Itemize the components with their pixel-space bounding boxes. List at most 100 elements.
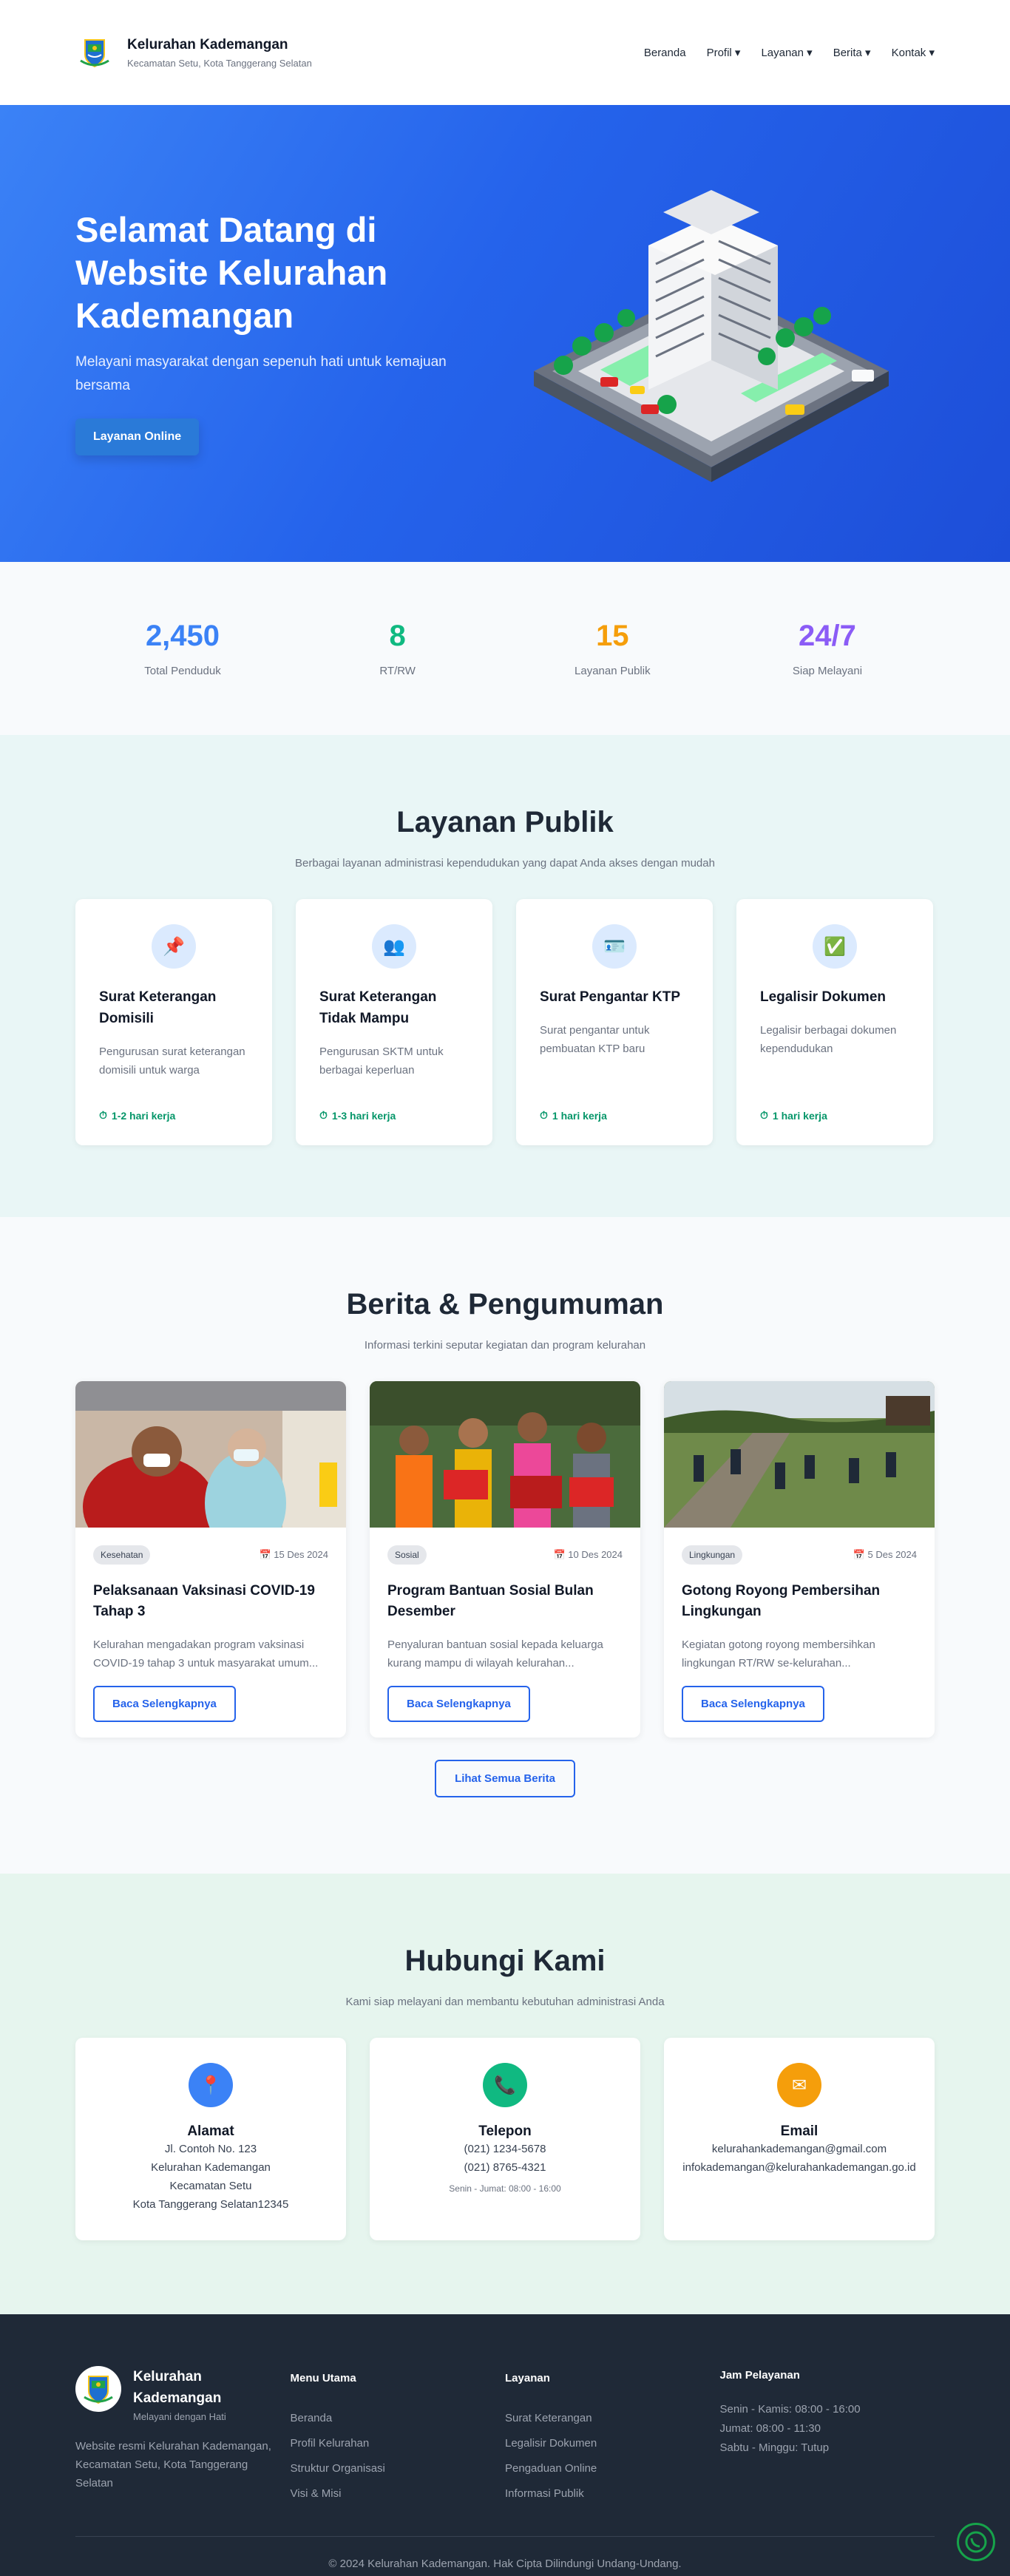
site-subtitle: Kecamatan Setu, Kota Tanggerang Selatan [127, 57, 312, 69]
footer-link-pengaduan[interactable]: Pengaduan Online [505, 2456, 720, 2481]
service-duration: ⏱ 1 hari kerja [760, 1109, 827, 1122]
read-more-button[interactable]: Baca Selengkapnya [682, 1686, 824, 1722]
contact-card-title: Alamat [187, 2123, 234, 2139]
hero-title: Selamat Datang di Website Kelurahan Kade… [75, 210, 388, 335]
footer-brand: Kelurahan Kademangan Melayani dengan Hat… [75, 2366, 291, 2506]
contact-subtitle: Kami siap melayani dan membantu kebutuha… [345, 1996, 665, 2008]
read-more-button[interactable]: Baca Selengkapnya [387, 1686, 530, 1722]
stat-label: Layanan Publik [575, 665, 651, 677]
phone-number[interactable]: (021) 1234-5678 [370, 2140, 640, 2158]
news-image-social-aid[interactable] [370, 1381, 640, 1528]
copyright: © 2024 Kelurahan Kademangan. Hak Cipta D… [328, 2558, 682, 2570]
news-title: Program Bantuan Sosial Bulan Desember [387, 1583, 594, 1619]
kelurahan-logo[interactable] [75, 33, 114, 72]
news-image-cleanup[interactable] [664, 1381, 935, 1528]
service-title: Surat Pengantar KTP [540, 989, 681, 1005]
footer-menu-title: Menu Utama [290, 2372, 356, 2385]
service-card-legalisir[interactable]: ✅ Legalisir Dokumen Legalisir berbagai d… [736, 899, 933, 1145]
calendar-icon: 📅 [259, 1549, 271, 1560]
whatsapp-icon[interactable] [957, 2523, 995, 2561]
service-desc: Surat pengantar untuk pembuatan KTP baru [540, 1024, 650, 1055]
news-section: Berita & Pengumuman Informasi terkini se… [0, 1217, 1010, 1874]
email-icon: ✉ [777, 2063, 821, 2107]
service-desc: Pengurusan surat keterangan domisili unt… [99, 1045, 245, 1077]
clock-icon: ⏱ [319, 1109, 328, 1121]
contact-card-address: 📍 Alamat Jl. Contoh No. 123 Kelurahan Ka… [75, 2038, 346, 2240]
building-illustration [519, 172, 904, 504]
service-duration: ⏱ 1-3 hari kerja [319, 1109, 396, 1122]
footer-services: Layanan Surat Keterangan Legalisir Dokum… [505, 2366, 720, 2506]
duration-text: 1 hari kerja [772, 1109, 827, 1122]
service-card-domisili[interactable]: 📌 Surat Keterangan Domisili Pengurusan s… [75, 899, 272, 1145]
footer-logo [75, 2366, 121, 2412]
news-title: Berita & Pengumuman [346, 1288, 664, 1321]
stat-value: 15 [596, 620, 629, 652]
footer-link-beranda[interactable]: Beranda [291, 2406, 506, 2431]
category-tag: Sosial [387, 1545, 427, 1565]
nav-kontak[interactable]: Kontak ▾ [892, 46, 935, 59]
footer-link-visi-misi[interactable]: Visi & Misi [291, 2481, 506, 2506]
nav-beranda[interactable]: Beranda [644, 46, 686, 59]
footer-link-surat[interactable]: Surat Keterangan [505, 2406, 720, 2431]
phone-icon: 📞 [483, 2063, 527, 2107]
footer-divider [75, 2536, 935, 2537]
stats-section: 2,450 Total Penduduk 8 RT/RW 15 Layanan … [0, 562, 1010, 735]
nav-profil[interactable]: Profil ▾ [707, 46, 741, 59]
news-image-vaccination[interactable] [75, 1381, 346, 1528]
service-card-ktp[interactable]: 🪪 Surat Pengantar KTP Surat pengantar un… [516, 899, 713, 1145]
services-title: Layanan Publik [396, 806, 614, 838]
footer-link-profil[interactable]: Profil Kelurahan [291, 2431, 506, 2456]
email-address[interactable]: infokademangan@kelurahankademangan.go.id [664, 2158, 935, 2177]
contact-card-title: Email [780, 2123, 818, 2139]
service-card-sktm[interactable]: 👥 Surat Keterangan Tidak Mampu Pengurusa… [296, 899, 492, 1145]
footer-menu: Menu Utama Beranda Profil Kelurahan Stru… [291, 2366, 506, 2506]
contact-card-phone: 📞 Telepon (021) 1234-5678 (021) 8765-432… [370, 2038, 640, 2240]
footer-link-informasi[interactable]: Informasi Publik [505, 2481, 720, 2506]
address-line: Kelurahan Kademangan [151, 2161, 271, 2174]
stat-layanan-publik: 15 Layanan Publik [505, 620, 719, 677]
stat-value: 2,450 [145, 620, 220, 652]
phone-number[interactable]: (021) 8765-4321 [370, 2158, 640, 2177]
all-news-button[interactable]: Lihat Semua Berita [435, 1760, 575, 1797]
footer-link-struktur[interactable]: Struktur Organisasi [291, 2456, 506, 2481]
calendar-icon: 📅 [553, 1549, 566, 1560]
clock-icon: ⏱ [540, 1109, 548, 1121]
online-services-button[interactable]: Layanan Online [75, 418, 200, 455]
hero-text: Selamat Datang di Website Kelurahan Kade… [75, 209, 489, 455]
brand[interactable]: Kelurahan Kademangan Kecamatan Setu, Kot… [75, 33, 312, 72]
address-line: Kota Tanggerang Selatan12345 [132, 2198, 289, 2211]
news-title: Gotong Royong Pembersihan Lingkungan [682, 1583, 881, 1619]
services-section: Layanan Publik Berbagai layanan administ… [0, 735, 1010, 1217]
location-pin-icon: 📍 [189, 2063, 233, 2107]
nav-berita[interactable]: Berita ▾ [833, 46, 871, 59]
clock-icon: ⏱ [760, 1109, 768, 1121]
read-more-button[interactable]: Baca Selengkapnya [93, 1686, 236, 1722]
stat-rt-rw: 8 RT/RW [291, 620, 505, 677]
pin-icon: 📌 [152, 924, 196, 969]
email-address[interactable]: kelurahankademangan@gmail.com [664, 2140, 935, 2158]
stat-label: RT/RW [379, 665, 416, 677]
stat-label: Siap Melayani [792, 665, 863, 677]
site-header: Kelurahan Kademangan Kecamatan Setu, Kot… [0, 0, 1010, 105]
news-title: Pelaksanaan Vaksinasi COVID-19 Tahap 3 [93, 1583, 315, 1619]
footer-link-legalisir[interactable]: Legalisir Dokumen [505, 2431, 720, 2456]
news-card: Sosial 📅 10 Des 2024 Program Bantuan Sos… [370, 1381, 640, 1738]
hero-subtitle: Melayani masyarakat dengan sepenuh hati … [75, 354, 447, 393]
category-tag: Lingkungan [682, 1545, 743, 1565]
news-subtitle: Informasi terkini seputar kegiatan dan p… [364, 1339, 646, 1352]
stat-value: 24/7 [799, 620, 856, 652]
date-text: 10 Des 2024 [568, 1549, 623, 1560]
news-date: 📅 15 Des 2024 [259, 1549, 328, 1561]
news-date: 📅 5 Des 2024 [853, 1549, 917, 1561]
stat-total-penduduk: 2,450 Total Penduduk [75, 620, 290, 677]
service-title: Legalisir Dokumen [760, 989, 886, 1005]
footer-title: Kelurahan Kademangan [133, 2369, 222, 2406]
hours-line: Jumat: 08:00 - 11:30 [719, 2422, 821, 2435]
service-title: Surat Keterangan Tidak Mampu [319, 989, 437, 1026]
service-desc: Legalisir berbagai dokumen kependudukan [760, 1024, 897, 1055]
nav-layanan[interactable]: Layanan ▾ [761, 46, 812, 59]
category-tag: Kesehatan [93, 1545, 151, 1565]
duration-text: 1-2 hari kerja [111, 1109, 176, 1122]
service-title: Surat Keterangan Domisili [99, 989, 217, 1026]
hours-line: Senin - Kamis: 08:00 - 16:00 [719, 2403, 861, 2416]
